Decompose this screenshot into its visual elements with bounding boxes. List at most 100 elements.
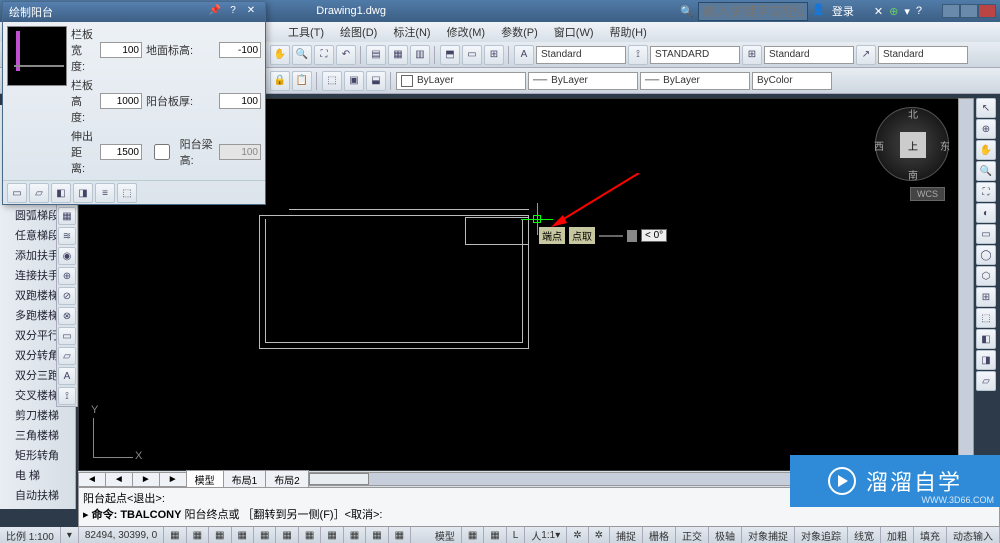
layer-color-combo[interactable]: ByLayer	[396, 72, 526, 90]
menu-window[interactable]: 窗口(W)	[546, 24, 602, 40]
vtool-r9[interactable]: ⬡	[976, 266, 996, 286]
dyn-distance-cell[interactable]	[599, 235, 623, 237]
vtool-r4[interactable]: 🔍	[976, 161, 996, 181]
maximize-button[interactable]	[960, 4, 978, 18]
vtool-r2[interactable]: ⊕	[976, 119, 996, 139]
layer-state-icon[interactable]: 📋	[292, 71, 312, 91]
tab-layout2[interactable]: 布局2	[265, 470, 309, 489]
dropdown-icon[interactable]: ▾	[904, 5, 910, 18]
sheet-set-icon[interactable]: ▦	[388, 45, 408, 65]
mleaderstyle-icon[interactable]: ↗	[856, 45, 876, 65]
status-right-0[interactable]: 捕捉	[610, 527, 643, 543]
zoom-window-icon[interactable]: ⛶	[314, 45, 334, 65]
menu-modify[interactable]: 修改(M)	[439, 24, 494, 40]
vtool-r13[interactable]: ◨	[976, 350, 996, 370]
status-btn-7[interactable]: ▦	[299, 527, 321, 543]
tab-nav-first[interactable]: ◄	[78, 472, 106, 487]
viewcube[interactable]: 上 北 南 东 西	[875, 107, 949, 181]
tablestyle-combo[interactable]: Standard	[764, 46, 854, 64]
param-ytlg-checkbox[interactable]: 阳台梁高:	[146, 136, 215, 168]
status-btn-1[interactable]: ▦	[164, 527, 186, 543]
tree-item[interactable]: 电 梯	[0, 465, 75, 485]
annotation-scale[interactable]: 人 1:1 ▾	[525, 527, 567, 543]
tab-layout1[interactable]: 布局1	[223, 470, 267, 489]
status-btn-2[interactable]: ▦	[187, 527, 209, 543]
status-right-4[interactable]: 对象捕捉	[742, 527, 795, 543]
tab-nav-next[interactable]: ►	[132, 472, 160, 487]
login-link[interactable]: 登录	[832, 3, 854, 19]
tree-item[interactable]: 自动扶梯	[0, 485, 75, 505]
wcs-badge[interactable]: WCS	[910, 187, 945, 201]
status-right-6[interactable]: 线宽	[848, 527, 881, 543]
dlg-tool-2[interactable]: ▱	[29, 183, 49, 203]
minimize-button[interactable]	[942, 4, 960, 18]
vtool-l6[interactable]: ▦	[58, 207, 76, 225]
dialog-help-icon[interactable]: ?	[225, 5, 241, 19]
dimstyle-combo[interactable]: STANDARD	[650, 46, 740, 64]
vtool-r5[interactable]: ⛶	[976, 182, 996, 202]
lineweight-combo[interactable]: ── ByLayer	[640, 72, 750, 90]
vtool-r8[interactable]: ◯	[976, 245, 996, 265]
param-dmbg-input[interactable]	[219, 42, 261, 58]
status-right-7[interactable]: 加粗	[881, 527, 914, 543]
vtool-l7[interactable]: ≋	[58, 227, 76, 245]
mleaderstyle-combo[interactable]: Standard	[878, 46, 968, 64]
edit-block-icon[interactable]: ⬓	[366, 71, 386, 91]
tree-item[interactable]: 三角楼梯	[0, 425, 75, 445]
properties-icon[interactable]: ▤	[366, 45, 386, 65]
vtool-r7[interactable]: ▭	[976, 224, 996, 244]
pan-icon[interactable]: ✋	[270, 45, 290, 65]
menu-help[interactable]: 帮助(H)	[602, 24, 655, 40]
status-btn-6[interactable]: ▦	[276, 527, 298, 543]
vtool-r3[interactable]: ✋	[976, 140, 996, 160]
dlg-tool-5[interactable]: ≡	[95, 183, 115, 203]
textstyle-icon[interactable]: A	[514, 45, 534, 65]
dialog-close-icon[interactable]: ✕	[243, 5, 259, 19]
lock-icon[interactable]: 🔒	[270, 71, 290, 91]
vtool-l13[interactable]: ▱	[58, 347, 76, 365]
viewcube-top[interactable]: 上	[900, 132, 926, 158]
plotstyle-combo[interactable]: ByColor	[752, 72, 832, 90]
param-scjl-input[interactable]	[100, 144, 142, 160]
vtool-r1[interactable]: ↖	[976, 98, 996, 118]
status-model-toggle[interactable]: 模型	[429, 527, 462, 543]
close-button[interactable]	[978, 4, 996, 18]
status-right-2[interactable]: 正交	[676, 527, 709, 543]
vtool-l11[interactable]: ⊗	[58, 307, 76, 325]
status-ortho-toggle[interactable]: L	[507, 527, 526, 543]
status-btn-5[interactable]: ▦	[254, 527, 276, 543]
vertical-scrollbar[interactable]	[958, 98, 974, 471]
vtool-l14[interactable]: A	[58, 367, 76, 385]
dlg-tool-4[interactable]: ◨	[73, 183, 93, 203]
status-btn-3[interactable]: ▦	[209, 527, 231, 543]
menu-parametric[interactable]: 参数(P)	[493, 24, 546, 40]
status-btn-8[interactable]: ▦	[321, 527, 343, 543]
dimstyle-icon[interactable]: ⟟	[628, 45, 648, 65]
vtool-r14[interactable]: ▱	[976, 371, 996, 391]
status-grid-toggle[interactable]: ▦	[462, 527, 484, 543]
vtool-l8[interactable]: ◉	[58, 247, 76, 265]
tab-nav-last[interactable]: ►	[159, 472, 187, 487]
user-icon[interactable]: 👤	[812, 3, 828, 19]
param-lbgd-input[interactable]	[100, 93, 142, 109]
vtool-l10[interactable]: ⊘	[58, 287, 76, 305]
dialog-pin-icon[interactable]: 📌	[207, 5, 223, 19]
status-btn-11[interactable]: ▦	[389, 527, 411, 543]
status-right-3[interactable]: 极轴	[709, 527, 742, 543]
help-icon[interactable]: ?	[916, 5, 922, 17]
globe-icon[interactable]: ⊕	[889, 5, 898, 18]
vtool-r12[interactable]: ◧	[976, 329, 996, 349]
linetype-combo[interactable]: ── ByLayer	[528, 72, 638, 90]
vtool-l9[interactable]: ⊕	[58, 267, 76, 285]
anno-vis-icon[interactable]: ✲	[567, 527, 588, 543]
tree-item[interactable]: 剪刀楼梯	[0, 405, 75, 425]
menu-draw[interactable]: 绘图(D)	[332, 24, 385, 40]
vtool-l15[interactable]: ⟟	[58, 387, 76, 405]
tree-item[interactable]: 阳 台	[0, 505, 75, 509]
help-search-input[interactable]	[698, 2, 808, 21]
dlg-tool-3[interactable]: ◧	[51, 183, 71, 203]
dlg-tool-1[interactable]: ▭	[7, 183, 27, 203]
status-right-5[interactable]: 对象追踪	[795, 527, 848, 543]
design-center-icon[interactable]: ⊞	[484, 45, 504, 65]
zoom-previous-icon[interactable]: ↶	[336, 45, 356, 65]
